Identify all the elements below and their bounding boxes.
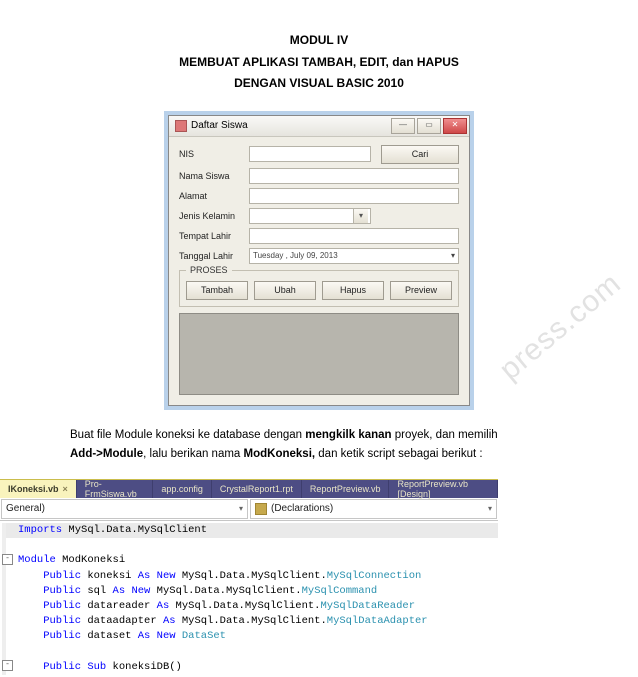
tab-active[interactable]: IKoneksi.vb× xyxy=(0,480,77,498)
tab[interactable]: app.config xyxy=(153,480,212,498)
title-line1: MODUL IV xyxy=(70,30,568,52)
tab[interactable]: Pro-FrmSiswa.vb xyxy=(77,480,154,498)
declarations-icon xyxy=(255,503,267,515)
app-icon xyxy=(175,120,187,132)
groupbox-proses: PROSES Tambah Ubah Hapus Preview xyxy=(179,270,459,307)
tab-strip: IKoneksi.vb× Pro-FrmSiswa.vb app.config … xyxy=(0,480,498,498)
input-alamat[interactable] xyxy=(249,188,459,204)
cari-button[interactable]: Cari xyxy=(381,145,459,164)
datepicker-tgllahir[interactable]: Tuesday , July 09, 2013 ▾ xyxy=(249,248,459,264)
document-title: MODUL IV MEMBUAT APLIKASI TAMBAH, EDIT, … xyxy=(70,30,568,95)
combo-jk[interactable] xyxy=(249,208,371,224)
close-button[interactable]: ✕ xyxy=(443,118,467,134)
member-dropdown[interactable]: (Declarations) ▾ xyxy=(250,499,497,519)
ubah-button[interactable]: Ubah xyxy=(254,281,316,300)
scope-dropdown[interactable]: General) ▾ xyxy=(1,499,248,519)
label-jk: Jenis Kelamin xyxy=(179,211,249,221)
ide-screenshot: IKoneksi.vb× Pro-FrmSiswa.vb app.config … xyxy=(0,479,498,677)
chevron-down-icon: ▾ xyxy=(239,504,243,513)
label-nama: Nama Siswa xyxy=(179,171,249,181)
tab[interactable]: ReportPreview.vb [Design] xyxy=(389,480,498,498)
input-nama[interactable] xyxy=(249,168,459,184)
chevron-down-icon: ▾ xyxy=(488,504,492,513)
input-nis[interactable] xyxy=(249,146,371,162)
preview-button[interactable]: Preview xyxy=(390,281,452,300)
titlebar: Daftar Siswa — ▭ ✕ xyxy=(169,116,469,137)
tab[interactable]: ReportPreview.vb xyxy=(302,480,390,498)
input-tlahir[interactable] xyxy=(249,228,459,244)
close-icon: × xyxy=(63,484,68,494)
label-tlahir: Tempat Lahir xyxy=(179,231,249,241)
collapse-icon[interactable]: - xyxy=(2,660,13,671)
date-arrow-icon: ▾ xyxy=(451,251,455,260)
collapse-icon[interactable]: - xyxy=(2,554,13,565)
title-line3: DENGAN VISUAL BASIC 2010 xyxy=(70,73,568,95)
minimize-button[interactable]: — xyxy=(391,118,415,134)
window-title: Daftar Siswa xyxy=(191,120,248,131)
instruction-paragraph: Buat file Module koneksi ke database den… xyxy=(70,426,568,465)
label-tgllahir: Tanggal Lahir xyxy=(179,251,249,261)
tambah-button[interactable]: Tambah xyxy=(186,281,248,300)
title-line2: MEMBUAT APLIKASI TAMBAH, EDIT, dan HAPUS xyxy=(70,52,568,74)
form-window: Daftar Siswa — ▭ ✕ NIS Cari Nama Siswa A… xyxy=(168,115,470,406)
group-title: PROSES xyxy=(186,265,232,275)
code-editor[interactable]: Imports MySql.Data.MySqlClient - Module … xyxy=(0,521,498,677)
maximize-button[interactable]: ▭ xyxy=(417,118,441,134)
tab[interactable]: CrystalReport1.rpt xyxy=(212,480,302,498)
date-value: Tuesday , July 09, 2013 xyxy=(253,251,338,260)
hapus-button[interactable]: Hapus xyxy=(322,281,384,300)
label-alamat: Alamat xyxy=(179,191,249,201)
datagrid[interactable] xyxy=(179,313,459,395)
label-nis: NIS xyxy=(179,149,249,159)
